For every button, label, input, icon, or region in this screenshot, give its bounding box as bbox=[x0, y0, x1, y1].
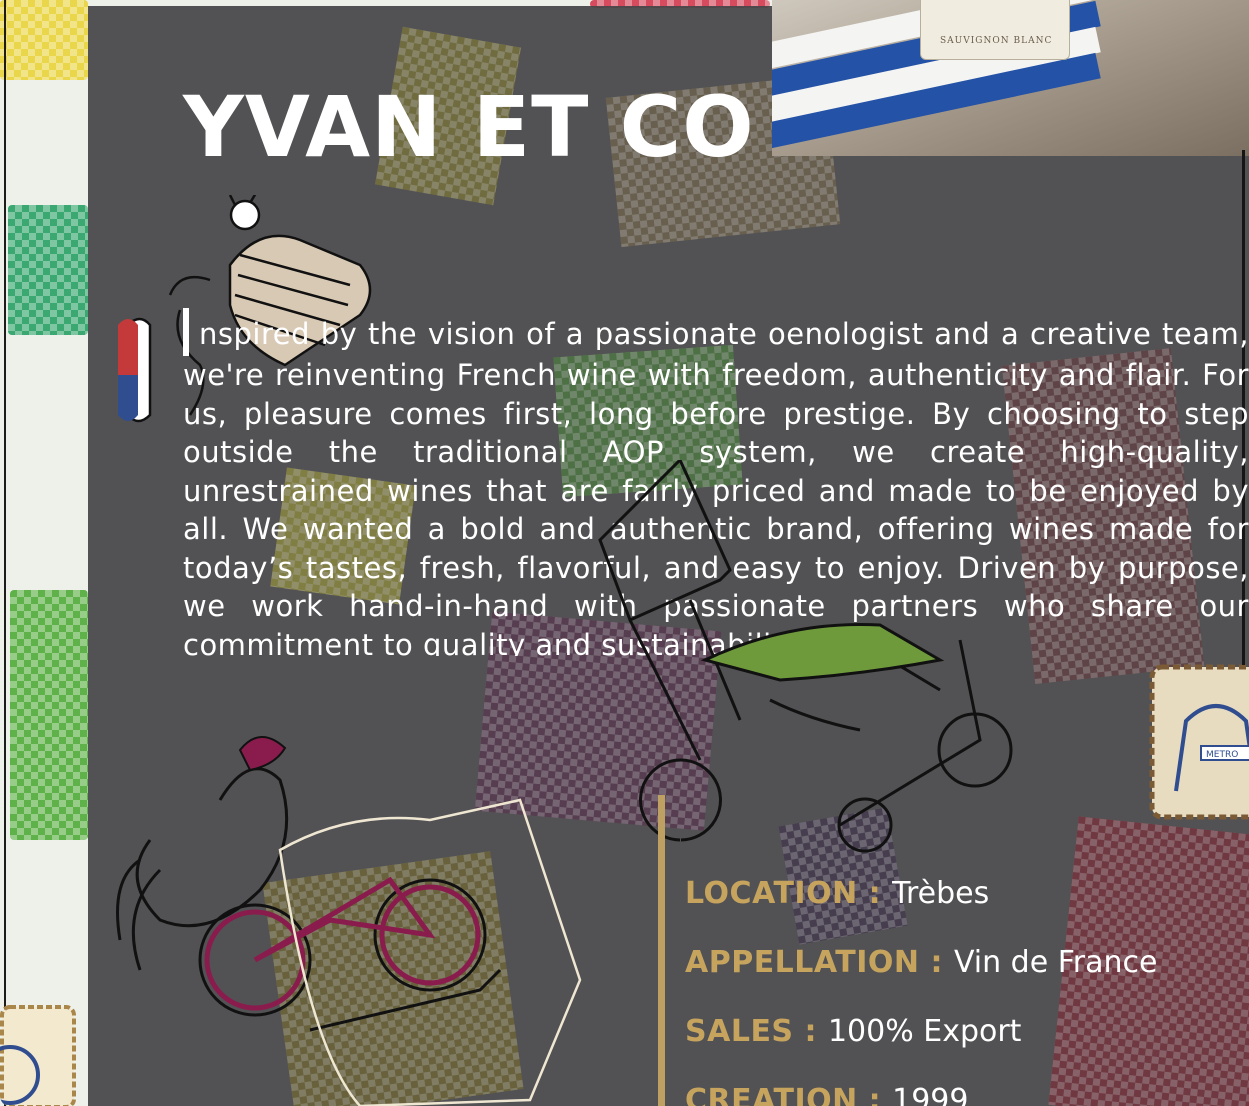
fact-value: Trèbes bbox=[892, 876, 990, 911]
green-pixel-tile bbox=[8, 205, 88, 335]
facts-accent-bar bbox=[658, 795, 665, 1106]
left-border-line bbox=[4, 0, 6, 1106]
wine-bottle-label bbox=[920, 0, 1070, 60]
yellow-pixel-tile bbox=[0, 0, 88, 80]
bottle-label-text: SAUVIGNON BLANC bbox=[940, 36, 1053, 46]
page: { "brand": { "title": "YVAN ET CO" }, "i… bbox=[0, 0, 1249, 1106]
green-pixel-tile bbox=[10, 590, 88, 840]
fact-creation: CREATION : 1999 bbox=[685, 1079, 1157, 1106]
brand-title: YVAN ET CO bbox=[183, 78, 755, 176]
fact-value: 100% Export bbox=[827, 1014, 1022, 1049]
metro-stamp-icon: METRO bbox=[1149, 664, 1249, 820]
fact-label: SALES : bbox=[685, 1014, 828, 1049]
facts-list: LOCATION : Trèbes APPELLATION : Vin de F… bbox=[685, 872, 1157, 1106]
dropcap-letter bbox=[183, 308, 189, 356]
hero-photo: SAUVIGNON BLANC bbox=[772, 0, 1249, 156]
fact-label: APPELLATION : bbox=[685, 945, 954, 980]
fact-location: LOCATION : Trèbes bbox=[685, 872, 1157, 941]
rooster-bicycle-illustration bbox=[116, 736, 582, 1106]
fact-value: 1999 bbox=[892, 1083, 969, 1106]
fact-appellation: APPELLATION : Vin de France bbox=[685, 941, 1157, 1010]
metro-stamp-label: METRO bbox=[1206, 750, 1238, 760]
bottom-left-stamp-icon bbox=[0, 1005, 76, 1106]
fact-label: CREATION : bbox=[685, 1083, 893, 1106]
fact-sales: SALES : 100% Export bbox=[685, 1010, 1157, 1079]
fact-value: Vin de France bbox=[953, 945, 1158, 980]
eiffel-tower-scooter-illustration bbox=[598, 460, 1013, 853]
fact-label: LOCATION : bbox=[685, 876, 893, 911]
